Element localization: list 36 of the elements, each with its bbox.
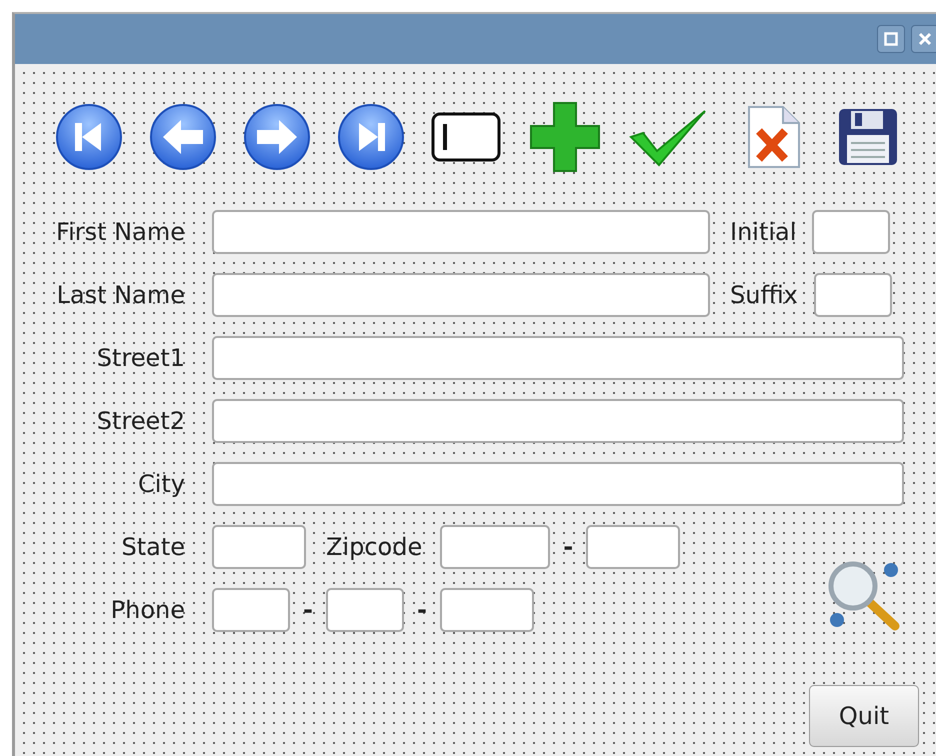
- input-field[interactable]: [212, 399, 904, 443]
- input-field[interactable]: [440, 525, 550, 569]
- input-field[interactable]: [326, 588, 404, 632]
- close-icon[interactable]: [911, 25, 936, 53]
- quit-button[interactable]: Quit: [809, 685, 919, 747]
- input-field[interactable]: [212, 210, 710, 254]
- text-field-icon[interactable]: [431, 112, 501, 162]
- separator: -: [303, 596, 313, 624]
- field-label: Last Name: [56, 281, 185, 309]
- field-label: Zipcode: [326, 533, 422, 561]
- field-label: Initial: [730, 218, 796, 246]
- field-label: State: [120, 533, 185, 561]
- field-label: City: [136, 470, 185, 498]
- plus-icon[interactable]: [527, 99, 603, 175]
- input-field[interactable]: [212, 273, 710, 317]
- input-field[interactable]: [812, 210, 890, 254]
- first-record-icon[interactable]: [55, 103, 123, 171]
- field-label: Suffix: [730, 281, 798, 309]
- input-field[interactable]: [212, 336, 904, 380]
- input-field[interactable]: [212, 588, 290, 632]
- field-label: Street2: [96, 407, 185, 435]
- input-field[interactable]: [212, 462, 904, 506]
- last-record-icon[interactable]: [337, 103, 405, 171]
- input-field[interactable]: [440, 588, 534, 632]
- maximize-icon[interactable]: [877, 25, 905, 53]
- field-label: Street1: [96, 344, 185, 372]
- separator: -: [416, 596, 427, 624]
- previous-icon[interactable]: [149, 103, 217, 171]
- field-label: First Name: [55, 218, 185, 246]
- next-icon[interactable]: [243, 103, 311, 171]
- separator: -: [563, 533, 574, 561]
- input-field[interactable]: [586, 525, 680, 569]
- input-field[interactable]: [814, 273, 892, 317]
- field-label: Phone: [110, 596, 185, 624]
- delete-document-icon[interactable]: [745, 105, 801, 169]
- input-field[interactable]: [212, 525, 306, 569]
